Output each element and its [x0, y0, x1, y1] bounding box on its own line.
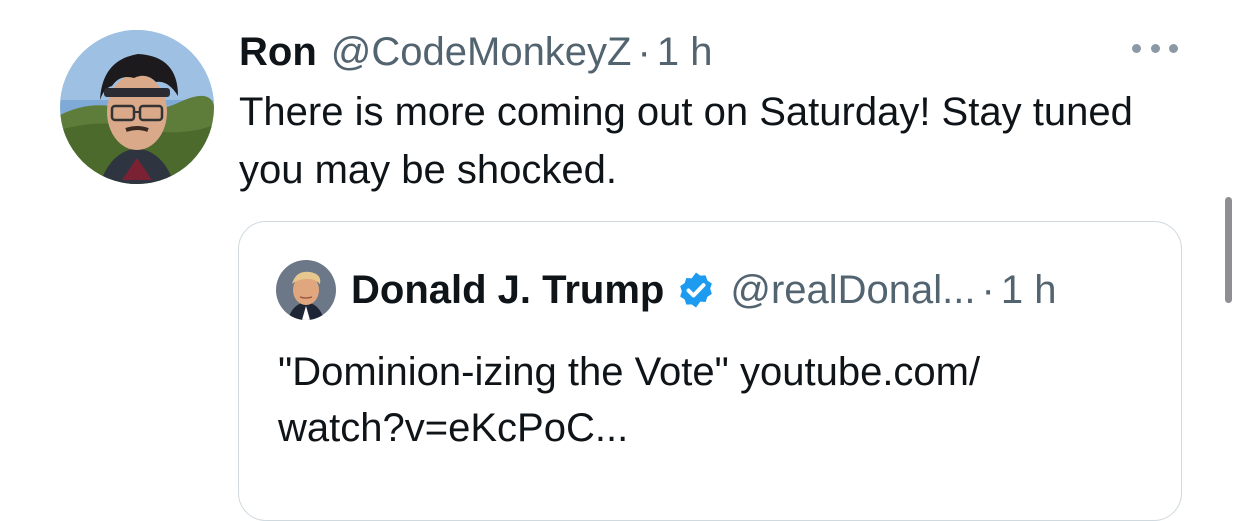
quoted-tweet-text[interactable]: "Dominion-izing the Vote" youtube.com/wa…	[278, 344, 1158, 456]
author-avatar[interactable]	[60, 30, 214, 184]
quoted-author-handle[interactable]: @realDonal...	[730, 268, 975, 313]
tweet-timestamp[interactable]: 1 h	[657, 30, 713, 75]
scrollbar-thumb[interactable]	[1225, 197, 1232, 303]
tweet-header: Ron @CodeMonkeyZ · 1 h	[239, 24, 712, 80]
author-handle[interactable]: @CodeMonkeyZ	[331, 30, 632, 75]
quoted-author-avatar[interactable]	[276, 260, 336, 320]
author-name[interactable]: Ron	[239, 30, 317, 75]
quoted-author-avatar-image	[276, 260, 336, 320]
quoted-tweet-header: Donald J. Trump @realDonal... · 1 h	[351, 262, 1056, 318]
separator-dot: ·	[637, 29, 651, 74]
tweet[interactable]: Ron @CodeMonkeyZ · 1 h There is more com…	[0, 0, 1242, 521]
more-horizontal-icon[interactable]	[1132, 38, 1178, 58]
verified-badge-icon	[676, 270, 716, 310]
quoted-separator-dot: ·	[981, 267, 995, 312]
quoted-author-name[interactable]: Donald J. Trump	[351, 268, 664, 313]
tweet-text: There is more coming out on Saturday! St…	[239, 90, 1133, 192]
quoted-tweet-timestamp[interactable]: 1 h	[1001, 268, 1057, 313]
author-avatar-image	[60, 30, 214, 184]
